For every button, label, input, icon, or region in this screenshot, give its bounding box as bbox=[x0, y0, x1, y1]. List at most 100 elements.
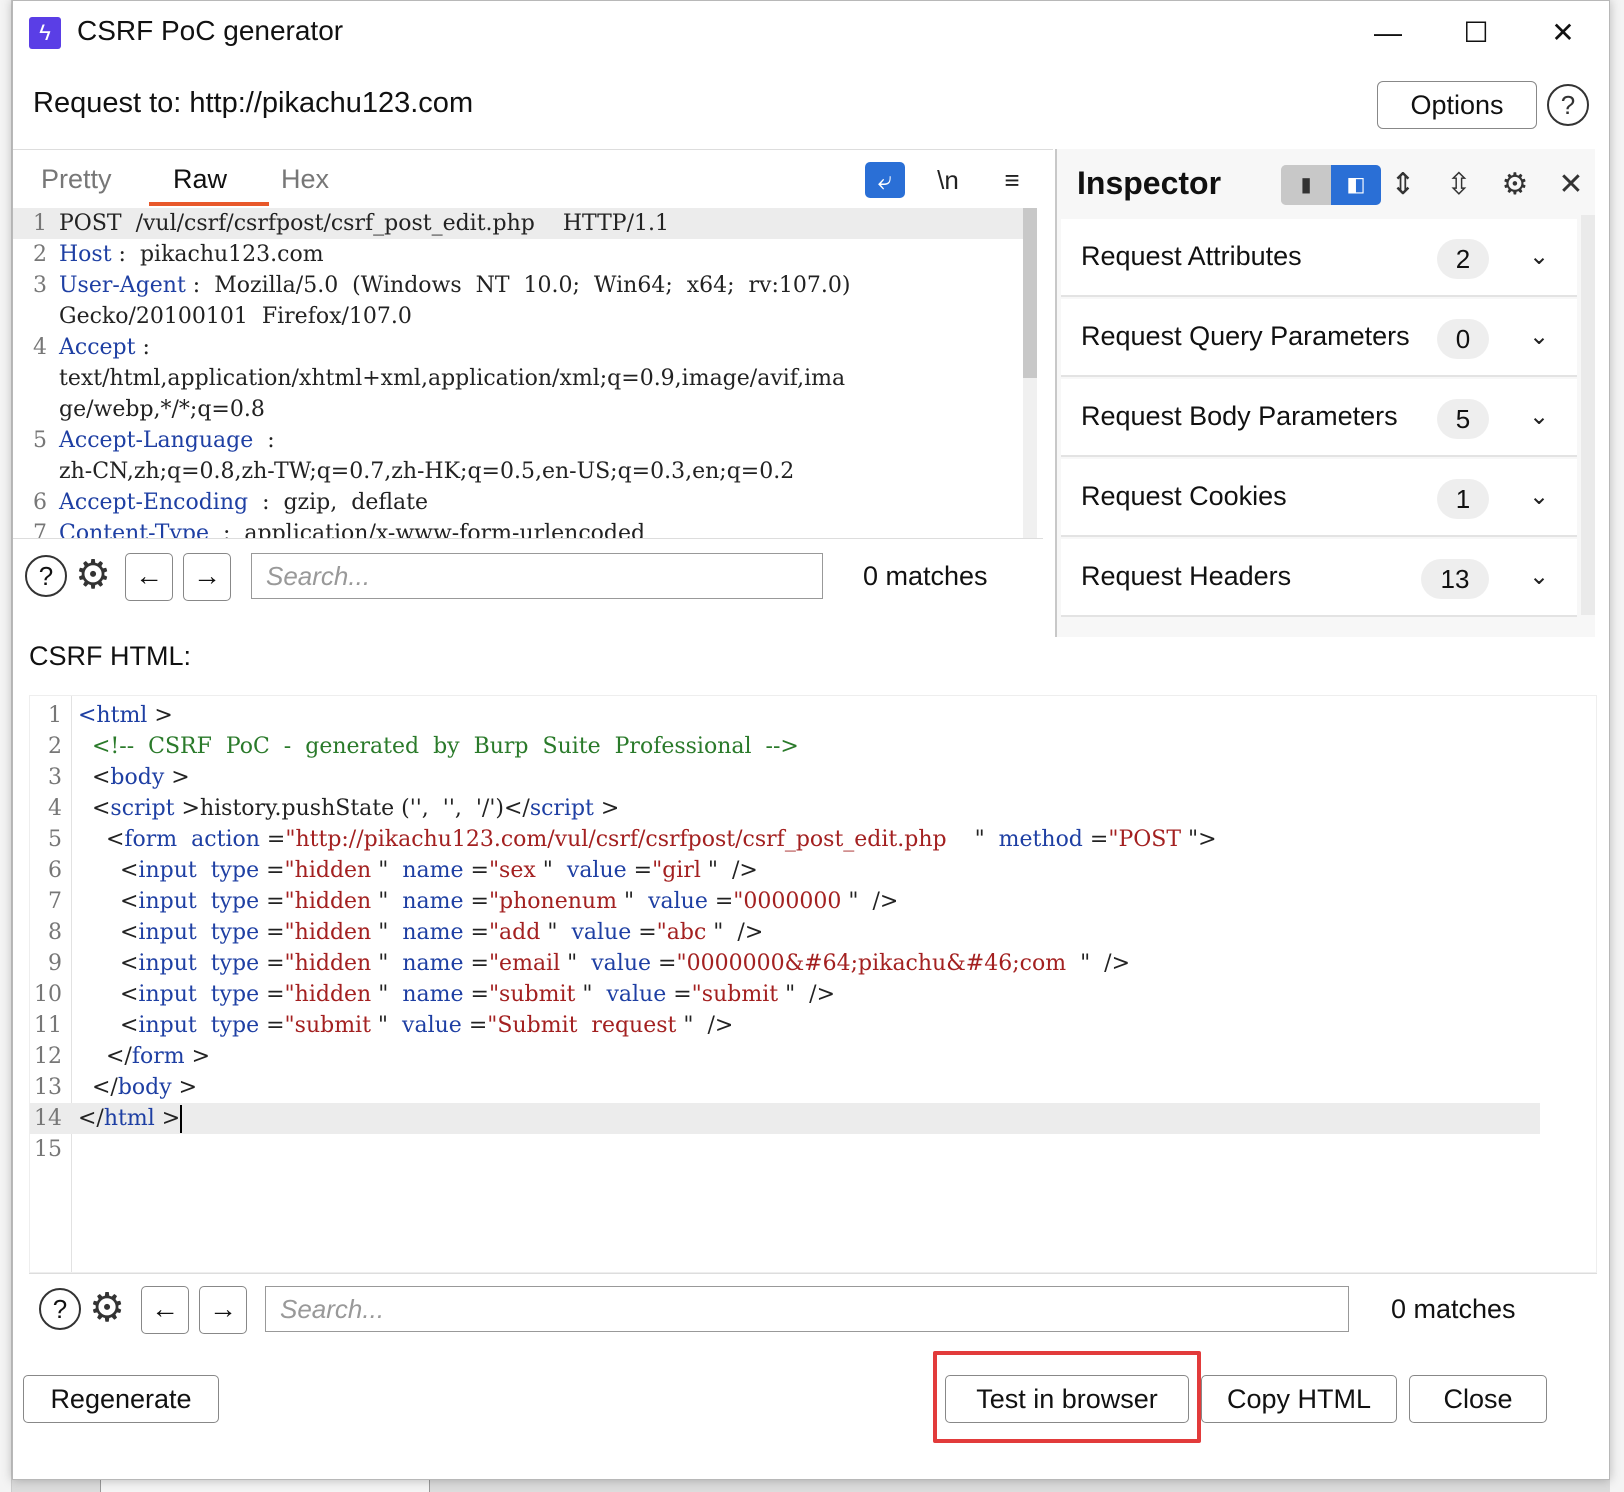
gear-icon[interactable]: ⚙ bbox=[85, 1286, 129, 1330]
code-token: value bbox=[402, 1013, 462, 1038]
code-token: </ bbox=[78, 1044, 132, 1069]
close-button[interactable]: Close bbox=[1409, 1375, 1547, 1423]
line-number: 2 bbox=[48, 734, 62, 759]
tab-pretty[interactable]: Pretty bbox=[41, 164, 112, 195]
inspector-row-body-parameters[interactable]: Request Body Parameters 5 ⌄ bbox=[1061, 379, 1577, 457]
header-name: Accept-Encoding bbox=[59, 490, 249, 515]
previous-match-button[interactable]: ← bbox=[141, 1286, 189, 1334]
gear-icon[interactable]: ⚙ bbox=[71, 553, 115, 597]
code-token: "hidden bbox=[284, 951, 372, 976]
inspector-row-request-attributes[interactable]: Request Attributes 2 ⌄ bbox=[1061, 219, 1577, 297]
code-token: > bbox=[593, 796, 620, 821]
code-token: < bbox=[78, 858, 139, 883]
chevron-down-icon[interactable]: ⌄ bbox=[1521, 317, 1557, 357]
code-token: > bbox=[171, 1075, 198, 1100]
layout-toggle[interactable]: ▮ ◧ bbox=[1281, 165, 1381, 205]
maximize-button[interactable]: ☐ bbox=[1441, 11, 1511, 55]
html-line: 3 <body > bbox=[30, 762, 1590, 793]
help-icon[interactable]: ? bbox=[1547, 84, 1589, 126]
code-token: input bbox=[138, 858, 197, 883]
code-token: value bbox=[606, 982, 667, 1007]
inspector-row-cookies[interactable]: Request Cookies 1 ⌄ bbox=[1061, 459, 1577, 537]
code-token: = bbox=[1082, 827, 1109, 852]
close-icon[interactable]: ✕ bbox=[1551, 165, 1591, 205]
line-number: 15 bbox=[34, 1137, 62, 1162]
request-line: 5 Accept-Language : bbox=[13, 425, 1035, 456]
csrf-html-label: CSRF HTML: bbox=[29, 641, 191, 671]
code-token: "POST bbox=[1108, 827, 1182, 852]
code-token: < bbox=[78, 1013, 139, 1038]
gear-icon[interactable]: ⚙ bbox=[1495, 165, 1535, 205]
code-token: form bbox=[131, 1044, 185, 1069]
csrf-html-editor[interactable]: 1 <html >2 <!-- CSRF PoC - generated by B… bbox=[29, 695, 1597, 1273]
copy-html-button[interactable]: Copy HTML bbox=[1201, 1375, 1397, 1423]
row-label: Request Cookies bbox=[1081, 481, 1287, 511]
help-icon[interactable]: ? bbox=[39, 1288, 81, 1330]
background-window-edge-right bbox=[1610, 0, 1624, 1492]
html-line: 13 </body > bbox=[30, 1072, 1590, 1103]
code-token: = bbox=[666, 982, 692, 1007]
code-token: action bbox=[191, 827, 260, 852]
close-window-button[interactable]: ✕ bbox=[1528, 11, 1598, 55]
layout-horizontal-icon[interactable]: ◧ bbox=[1331, 165, 1381, 205]
code-token: value bbox=[648, 889, 708, 914]
line-text: : Mozilla/5.0 (Windows NT 10.0; Win64; x… bbox=[185, 273, 851, 298]
csrf-poc-dialog: ϟ CSRF PoC generator — ☐ ✕ Request to: h… bbox=[12, 0, 1610, 1480]
csrf-html-code[interactable]: 1 <html >2 <!-- CSRF PoC - generated by B… bbox=[30, 700, 1590, 1165]
tab-hex[interactable]: Hex bbox=[281, 164, 329, 195]
next-match-button[interactable]: → bbox=[199, 1286, 247, 1334]
editor-scrollbar-thumb[interactable] bbox=[1023, 208, 1037, 378]
inspector-scrollbar[interactable] bbox=[1581, 215, 1595, 615]
chevron-down-icon[interactable]: ⌄ bbox=[1521, 477, 1557, 517]
previous-match-button[interactable]: ← bbox=[125, 553, 173, 601]
expand-all-icon[interactable]: ⇕ bbox=[1383, 165, 1423, 205]
chevron-down-icon[interactable]: ⌄ bbox=[1521, 557, 1557, 597]
request-target: Request to: http://pikachu123.com bbox=[33, 87, 474, 119]
request-search-input[interactable]: Search... bbox=[251, 553, 823, 599]
inspector-row-query-parameters[interactable]: Request Query Parameters 0 ⌄ bbox=[1061, 299, 1577, 377]
minimize-button[interactable]: — bbox=[1353, 11, 1423, 55]
options-button[interactable]: Options bbox=[1377, 81, 1537, 129]
window-title: CSRF PoC generator bbox=[77, 15, 344, 46]
code-token: <!-- CSRF PoC - generated by Burp Suite … bbox=[78, 734, 799, 759]
code-token: > bbox=[164, 765, 190, 790]
code-token: " bbox=[370, 1013, 403, 1038]
next-match-button[interactable]: → bbox=[183, 553, 231, 601]
tab-raw[interactable]: Raw bbox=[173, 164, 227, 195]
chevron-down-icon[interactable]: ⌄ bbox=[1521, 237, 1557, 277]
count-badge: 5 bbox=[1437, 399, 1489, 439]
code-token: = bbox=[259, 982, 285, 1007]
word-wrap-icon[interactable]: ⤶ bbox=[865, 162, 905, 198]
row-label: Request Attributes bbox=[1081, 241, 1302, 271]
layout-vertical-icon[interactable]: ▮ bbox=[1281, 165, 1331, 205]
regenerate-button[interactable]: Regenerate bbox=[23, 1375, 219, 1423]
code-token: " bbox=[535, 858, 567, 883]
html-search-input[interactable]: Search... bbox=[265, 1286, 1349, 1332]
inspector-row-headers[interactable]: Request Headers 13 ⌄ bbox=[1061, 539, 1577, 617]
code-token: " /> bbox=[676, 1013, 734, 1038]
line-text: text/html,application/xhtml+xml,applicat… bbox=[59, 366, 846, 391]
code-token: value bbox=[566, 858, 627, 883]
hamburger-menu-icon[interactable]: ≡ bbox=[995, 162, 1029, 198]
code-token: "sex bbox=[488, 858, 536, 883]
count-badge: 13 bbox=[1421, 559, 1489, 599]
code-token: = bbox=[707, 889, 734, 914]
background-window-edge bbox=[0, 0, 12, 1492]
collapse-all-icon[interactable]: ⇳ bbox=[1439, 165, 1479, 205]
raw-request-code[interactable]: 1 POST /vul/csrf/csrfpost/csrf_post_edit.… bbox=[13, 208, 1035, 538]
code-token: input bbox=[138, 920, 197, 945]
line-number: 9 bbox=[48, 951, 62, 976]
test-in-browser-button[interactable]: Test in browser bbox=[945, 1375, 1189, 1423]
code-token: type bbox=[210, 982, 260, 1007]
code-token: < bbox=[78, 765, 111, 790]
show-newlines-toggle[interactable]: \n bbox=[931, 162, 965, 198]
help-icon[interactable]: ? bbox=[25, 555, 67, 597]
line-number: 7 bbox=[33, 521, 47, 538]
line-number: 4 bbox=[33, 335, 47, 360]
html-line: 4 <script >history.pushState ('', '', '/… bbox=[30, 793, 1590, 824]
code-token: name bbox=[402, 858, 464, 883]
chevron-down-icon[interactable]: ⌄ bbox=[1521, 397, 1557, 437]
html-line: 8 <input type ="hidden " name ="add " va… bbox=[30, 917, 1590, 948]
